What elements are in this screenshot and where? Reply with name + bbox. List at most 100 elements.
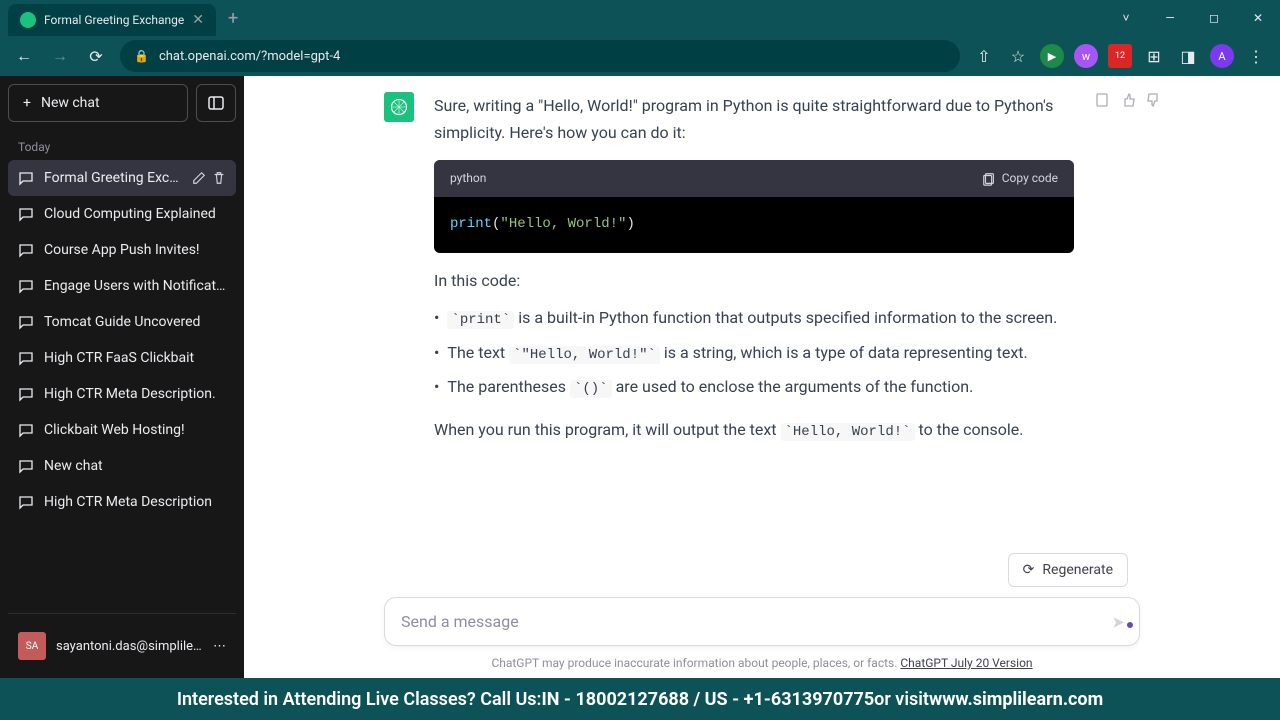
chat-icon bbox=[18, 422, 34, 438]
refresh-icon: ⟳ bbox=[1023, 562, 1035, 578]
bullet-dot: • bbox=[434, 339, 439, 368]
extensions-icon[interactable]: ⊞ bbox=[1142, 47, 1166, 66]
version-link[interactable]: ChatGPT July 20 Version bbox=[900, 656, 1032, 670]
new-chat-button[interactable]: + New chat bbox=[8, 84, 188, 122]
sidebar-item-label: Course App Push Invites! bbox=[44, 242, 226, 258]
bullet-dot: • bbox=[434, 373, 439, 402]
edit-icon[interactable] bbox=[192, 171, 206, 185]
copy-code-button[interactable]: Copy code bbox=[982, 168, 1058, 188]
sidebar-item-label: Formal Greeting Excha bbox=[44, 170, 182, 186]
code-keyword: print bbox=[450, 216, 492, 232]
message-intro: Sure, writing a "Hello, World!" program … bbox=[434, 92, 1074, 146]
sidebar-item-label: Tomcat Guide Uncovered bbox=[44, 314, 226, 330]
sidebar-item-3[interactable]: Engage Users with Notification bbox=[8, 268, 236, 304]
tab-close-icon[interactable]: ✕ bbox=[192, 12, 204, 28]
sidebar-bottom: SA sayantoni.das@simplile... ⋯ bbox=[8, 613, 236, 670]
share-icon[interactable]: ⇧ bbox=[972, 47, 996, 66]
clipboard-icon bbox=[982, 172, 996, 186]
browser-tab[interactable]: Formal Greeting Exchange ✕ bbox=[8, 4, 216, 36]
sidebar-item-5[interactable]: High CTR FaaS Clickbait bbox=[8, 340, 236, 376]
bullet-text: The text `"Hello, World!"` is a string, … bbox=[447, 339, 1027, 368]
tabs-dropdown-icon[interactable]: ˅ bbox=[1112, 4, 1140, 32]
indicator-dot bbox=[1127, 622, 1133, 628]
assistant-avatar bbox=[384, 92, 414, 122]
thumbs-down-icon[interactable] bbox=[1146, 92, 1162, 108]
minimize-icon[interactable]: — bbox=[1156, 4, 1184, 32]
extension-icon-2[interactable]: w bbox=[1074, 44, 1098, 68]
regenerate-label: Regenerate bbox=[1042, 562, 1113, 578]
chat-icon bbox=[18, 314, 34, 330]
sidebar-item-9[interactable]: High CTR Meta Description bbox=[8, 484, 236, 520]
bullet-item: • `print` is a built-in Python function … bbox=[434, 304, 1074, 333]
chat-icon bbox=[18, 170, 34, 186]
sidebar-item-0[interactable]: Formal Greeting Excha bbox=[8, 160, 236, 196]
user-avatar: SA bbox=[18, 632, 46, 660]
send-button[interactable]: ➤ bbox=[1112, 612, 1125, 631]
thumbs-up-icon[interactable] bbox=[1120, 92, 1136, 108]
bullet-item: • The text `"Hello, World!"` is a string… bbox=[434, 339, 1074, 368]
back-button[interactable]: ← bbox=[12, 46, 36, 66]
sidebar-item-actions bbox=[192, 171, 226, 185]
sidepanel-icon[interactable]: ◨ bbox=[1176, 47, 1200, 66]
code-header: python Copy code bbox=[434, 160, 1074, 196]
more-icon: ⋯ bbox=[213, 639, 226, 654]
bookmark-icon[interactable]: ☆ bbox=[1006, 47, 1030, 66]
panel-icon bbox=[208, 95, 224, 111]
reload-button[interactable]: ⟳ bbox=[84, 47, 108, 66]
close-window-icon[interactable]: ✕ bbox=[1244, 4, 1272, 32]
message-actions bbox=[1094, 92, 1162, 445]
sidebar-item-label: High CTR Meta Description bbox=[44, 494, 226, 510]
sidebar-item-label: New chat bbox=[44, 458, 226, 474]
new-tab-button[interactable]: + bbox=[228, 8, 238, 29]
banner-url: www.simplilearn.com bbox=[929, 689, 1103, 710]
chat-icon bbox=[18, 242, 34, 258]
after-code-text: In this code: bbox=[434, 267, 1074, 294]
sidebar-item-label: Clickbait Web Hosting! bbox=[44, 422, 226, 438]
sidebar-item-8[interactable]: New chat bbox=[8, 448, 236, 484]
sidebar-section-label: Today bbox=[8, 134, 236, 160]
promo-banner: Interested in Attending Live Classes? Ca… bbox=[0, 678, 1280, 720]
browser-titlebar: Formal Greeting Exchange ✕ + ˅ — ◻ ✕ bbox=[0, 0, 1280, 36]
code-lang: python bbox=[450, 168, 486, 188]
message-list: Sure, writing a "Hello, World!" program … bbox=[244, 76, 1280, 587]
inline-code: `Hello, World!` bbox=[781, 423, 915, 441]
forward-button[interactable]: → bbox=[48, 46, 72, 66]
bullet-item: • The parentheses `()` are used to enclo… bbox=[434, 373, 1074, 402]
browser-urlbar: ← → ⟳ 🔒 chat.openai.com/?model=gpt-4 ⇧ ☆… bbox=[0, 36, 1280, 76]
sidebar-item-1[interactable]: Cloud Computing Explained bbox=[8, 196, 236, 232]
clipboard-icon[interactable] bbox=[1094, 92, 1110, 108]
plus-icon: + bbox=[23, 95, 31, 111]
bullet-dot: • bbox=[434, 304, 439, 333]
maximize-icon[interactable]: ◻ bbox=[1200, 4, 1228, 32]
input-area: ⟳ Regenerate Send a message ➤ ChatGPT ma… bbox=[244, 587, 1280, 678]
inline-code: `print` bbox=[447, 311, 514, 329]
extension-icon-1[interactable]: ▶ bbox=[1040, 44, 1064, 68]
url-input[interactable]: 🔒 chat.openai.com/?model=gpt-4 bbox=[120, 40, 960, 72]
extension-icon-3[interactable]: 12 bbox=[1108, 44, 1132, 68]
tab-title: Formal Greeting Exchange bbox=[44, 13, 184, 27]
sidebar-item-6[interactable]: High CTR Meta Description. bbox=[8, 376, 236, 412]
sidebar-item-7[interactable]: Clickbait Web Hosting! bbox=[8, 412, 236, 448]
profile-avatar[interactable]: A bbox=[1210, 44, 1234, 68]
window-controls: ˅ — ◻ ✕ bbox=[1112, 4, 1272, 32]
new-chat-label: New chat bbox=[41, 95, 100, 111]
sidebar-toggle-button[interactable] bbox=[196, 84, 236, 122]
banner-text-pre: Interested in Attending Live Classes? Ca… bbox=[177, 689, 542, 710]
more-icon[interactable]: ⋮ bbox=[1244, 47, 1268, 66]
inline-code: `"Hello, World!"` bbox=[509, 346, 660, 364]
outro-text: When you run this program, it will outpu… bbox=[434, 416, 1074, 445]
regenerate-button[interactable]: ⟳ Regenerate bbox=[1008, 553, 1128, 587]
sidebar-item-4[interactable]: Tomcat Guide Uncovered bbox=[8, 304, 236, 340]
code-string: "Hello, World!" bbox=[500, 216, 626, 232]
banner-phone: IN - 18002127688 / US - +1-6313970775 bbox=[541, 689, 874, 710]
user-email: sayantoni.das@simplile... bbox=[56, 639, 203, 654]
user-menu[interactable]: SA sayantoni.das@simplile... ⋯ bbox=[8, 622, 236, 670]
disclaimer: ChatGPT may produce inaccurate informati… bbox=[384, 656, 1140, 670]
chat-icon bbox=[18, 206, 34, 222]
sidebar-item-2[interactable]: Course App Push Invites! bbox=[8, 232, 236, 268]
message-input[interactable]: Send a message ➤ bbox=[384, 597, 1140, 646]
delete-icon[interactable] bbox=[212, 171, 226, 185]
inline-code: `()` bbox=[570, 380, 612, 398]
chat-icon bbox=[18, 494, 34, 510]
chat-content: Sure, writing a "Hello, World!" program … bbox=[244, 76, 1280, 678]
